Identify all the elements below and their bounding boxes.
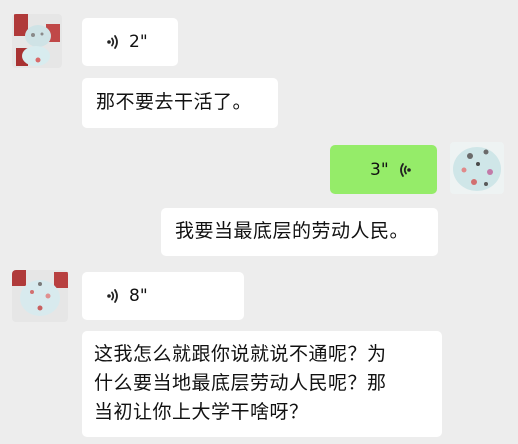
- voice-wave-icon: [105, 33, 123, 51]
- message-text-line: 这我怎么就跟你说就说不通呢？为: [94, 343, 387, 365]
- text-message-bubble[interactable]: 我要当最底层的劳动人民。: [161, 208, 438, 256]
- avatar-image: [450, 142, 504, 194]
- text-message-bubble[interactable]: 这我怎么就跟你说就说不通呢？为 什么要当地最底层劳动人民呢？那 当初让你上大学干…: [82, 331, 442, 437]
- voice-duration: 8": [129, 286, 148, 306]
- message-text-line: 当初让你上大学干啥呀？: [94, 401, 309, 423]
- message-text: 那不要去干活了。: [96, 91, 253, 113]
- message-text: 我要当最底层的劳动人民。: [175, 220, 410, 242]
- voice-wave-icon: [105, 287, 123, 305]
- voice-message-bubble[interactable]: 8": [82, 272, 244, 320]
- voice-message-bubble[interactable]: 2": [82, 18, 178, 66]
- voice-message-bubble[interactable]: 3": [330, 145, 437, 194]
- voice-duration: 3": [370, 159, 389, 180]
- avatar-image: [12, 14, 62, 68]
- voice-wave-icon: [395, 161, 413, 179]
- contact-avatar-1[interactable]: [12, 14, 62, 68]
- message-text-line: 什么要当地最底层劳动人民呢？那: [94, 372, 387, 394]
- my-avatar[interactable]: [450, 142, 504, 194]
- voice-duration: 2": [129, 32, 148, 52]
- avatar-image: [12, 270, 68, 322]
- contact-avatar-2[interactable]: [12, 270, 68, 322]
- text-message-bubble[interactable]: 那不要去干活了。: [82, 78, 278, 128]
